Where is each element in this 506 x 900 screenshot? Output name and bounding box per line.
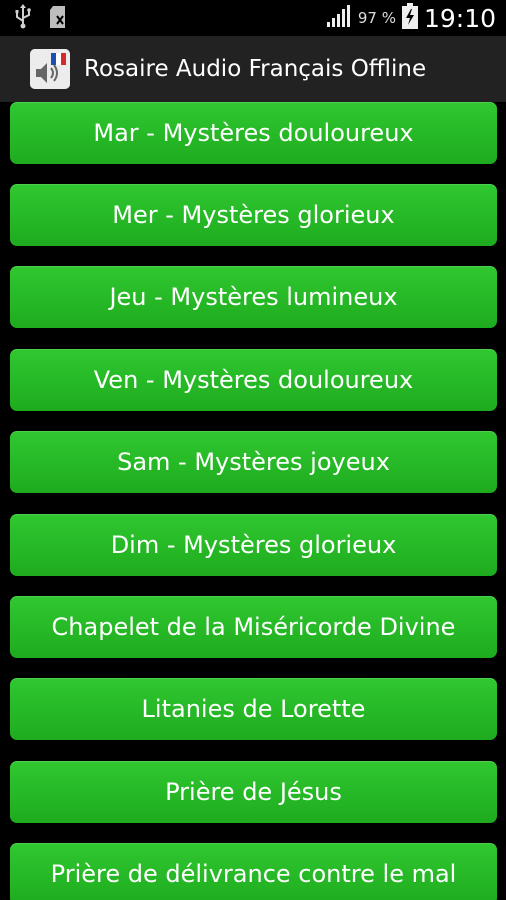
button-mar-douloureux[interactable]: Mar - Mystères douloureux [10, 102, 497, 164]
app-audio-flag-icon[interactable] [30, 49, 70, 89]
battery-icon [401, 3, 418, 33]
status-bar: 97 % 19:10 [0, 0, 506, 36]
app-title: Rosaire Audio Français Offline [84, 56, 427, 82]
status-notifications [14, 4, 68, 34]
clock: 19:10 [423, 3, 496, 33]
battery-percentage: 97 % [357, 9, 396, 27]
button-priere-delivrance[interactable]: Prière de délivrance contre le mal [10, 843, 497, 900]
button-sam-joyeux[interactable]: Sam - Mystères joyeux [10, 431, 497, 493]
usb-icon [14, 4, 32, 34]
button-litanies-lorette[interactable]: Litanies de Lorette [10, 678, 497, 740]
sd-card-icon [48, 4, 68, 34]
screen: 97 % 19:10 Rosaire Audio Français Offlin… [0, 0, 506, 900]
button-mer-glorieux[interactable]: Mer - Mystères glorieux [10, 184, 497, 246]
action-bar: Rosaire Audio Français Offline [0, 36, 506, 102]
button-chapelet-misericorde[interactable]: Chapelet de la Miséricorde Divine [10, 596, 497, 658]
status-indicators: 97 % 19:10 [326, 0, 496, 36]
signal-icon [326, 4, 352, 32]
button-priere-jesus[interactable]: Prière de Jésus [10, 761, 497, 823]
button-jeu-lumineux[interactable]: Jeu - Mystères lumineux [10, 266, 497, 328]
button-ven-douloureux[interactable]: Ven - Mystères douloureux [10, 349, 497, 411]
button-dim-glorieux[interactable]: Dim - Mystères glorieux [10, 514, 497, 576]
